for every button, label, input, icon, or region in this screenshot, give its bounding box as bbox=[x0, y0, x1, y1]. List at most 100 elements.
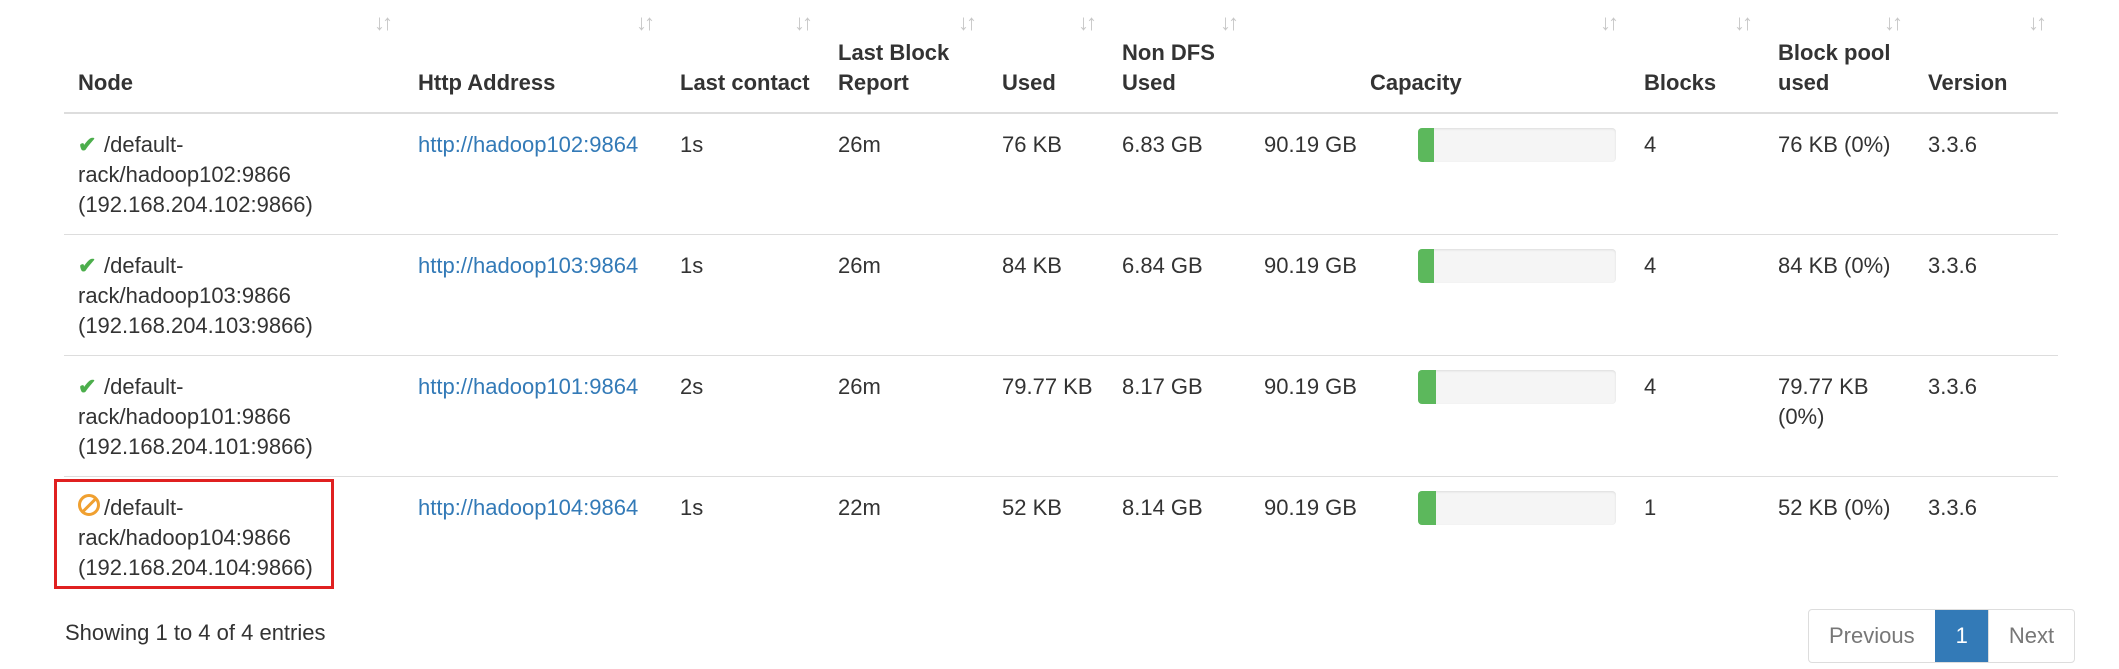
last-contact-cell: 1s bbox=[666, 113, 824, 235]
pagination: Previous 1 Next bbox=[1808, 609, 2076, 663]
http-cell: http://hadoop102:9864 bbox=[404, 113, 666, 235]
http-address-link[interactable]: http://hadoop102:9864 bbox=[418, 132, 638, 157]
table-row: ✔/default-rack/hadoop101:9866 (192.168.2… bbox=[64, 355, 2058, 477]
col-header-block-pool-used[interactable]: Block pool used ↓↑ bbox=[1764, 0, 1914, 114]
col-header-last-block-report[interactable]: Last Block Report ↓↑ bbox=[824, 0, 988, 114]
last-block-report-cell: 26m bbox=[824, 234, 988, 356]
col-header-label: Used bbox=[1002, 70, 1056, 95]
http-cell: http://hadoop103:9864 bbox=[404, 234, 666, 356]
capacity-value: 90.19 GB bbox=[1264, 253, 1357, 278]
http-cell: http://hadoop104:9864 bbox=[404, 477, 666, 598]
http-address-link[interactable]: http://hadoop101:9864 bbox=[418, 374, 638, 399]
node-name: /default-rack/hadoop102:9866 (192.168.20… bbox=[78, 132, 313, 217]
version-cell: 3.3.6 bbox=[1914, 234, 2058, 356]
col-header-label: Http Address bbox=[418, 70, 556, 95]
node-cell: ✔/default-rack/hadoop102:9866 (192.168.2… bbox=[64, 113, 404, 235]
last-contact-cell: 2s bbox=[666, 355, 824, 477]
capacity-bar bbox=[1417, 128, 1616, 162]
non-dfs-used-cell: 8.17 GB bbox=[1108, 355, 1250, 477]
sort-icon[interactable]: ↓↑ bbox=[794, 8, 813, 38]
used-cell: 84 KB bbox=[988, 234, 1108, 356]
capacity-bar-fill bbox=[1417, 491, 1436, 525]
col-header-label: Version bbox=[1928, 70, 2008, 95]
http-cell: http://hadoop101:9864 bbox=[404, 355, 666, 477]
capacity-bar-fill bbox=[1417, 249, 1434, 283]
capacity-bar bbox=[1417, 370, 1616, 404]
page-1-button[interactable]: 1 bbox=[1934, 610, 1988, 662]
node-cell: ✔/default-rack/hadoop101:9866 (192.168.2… bbox=[64, 355, 404, 477]
check-icon: ✔ bbox=[78, 374, 97, 399]
non-dfs-used-cell: 6.84 GB bbox=[1108, 234, 1250, 356]
blocks-cell: 4 bbox=[1630, 113, 1764, 235]
version-cell: 3.3.6 bbox=[1914, 113, 2058, 235]
capacity-bar-fill bbox=[1417, 370, 1436, 404]
sort-icon[interactable]: ↓↑ bbox=[2028, 8, 2047, 38]
col-header-label: Node bbox=[78, 70, 133, 95]
table-row: ✔/default-rack/hadoop103:9866 (192.168.2… bbox=[64, 234, 2058, 356]
col-header-node[interactable]: Node ↓↑ bbox=[64, 0, 404, 114]
capacity-value: 90.19 GB bbox=[1264, 495, 1357, 520]
used-cell: 76 KB bbox=[988, 113, 1108, 235]
blocks-cell: 4 bbox=[1630, 355, 1764, 477]
table-header-row: Node ↓↑ Http Address ↓↑ Last contact ↓↑ Las… bbox=[64, 0, 2058, 114]
sort-icon[interactable]: ↓↑ bbox=[374, 8, 393, 38]
col-header-label: Last Block Report bbox=[838, 40, 950, 95]
blocks-cell: 4 bbox=[1630, 234, 1764, 356]
col-header-label: Block pool used bbox=[1778, 40, 1891, 95]
col-header-http[interactable]: Http Address ↓↑ bbox=[404, 0, 666, 114]
block-pool-used-cell: 84 KB (0%) bbox=[1764, 234, 1914, 356]
sort-icon[interactable]: ↓↑ bbox=[1600, 8, 1619, 38]
capacity-value: 90.19 GB bbox=[1264, 132, 1357, 157]
node-name: /default-rack/hadoop101:9866 (192.168.20… bbox=[78, 374, 313, 459]
sort-icon[interactable]: ↓↑ bbox=[958, 8, 977, 38]
non-dfs-used-cell: 6.83 GB bbox=[1108, 113, 1250, 235]
col-header-label: Last contact bbox=[680, 70, 810, 95]
capacity-cell: 90.19 GB bbox=[1250, 477, 1630, 598]
blocks-cell: 1 bbox=[1644, 495, 1657, 520]
table-row: ✔/default-rack/hadoop102:9866 (192.168.2… bbox=[64, 113, 2058, 235]
datanode-table: Node ↓↑ Http Address ↓↑ Last contact ↓↑ Las… bbox=[64, 0, 2058, 597]
capacity-bar-fill bbox=[1417, 128, 1434, 162]
col-header-label: Non DFS Used bbox=[1122, 40, 1215, 95]
block-pool-used-cell: 52 KB (0%) bbox=[1778, 495, 1891, 520]
sort-icon[interactable]: ↓↑ bbox=[1220, 8, 1239, 38]
col-header-used[interactable]: Used ↓↑ bbox=[988, 0, 1108, 114]
col-header-version[interactable]: Version ↓↑ bbox=[1914, 0, 2058, 114]
col-header-blocks[interactable]: Blocks ↓↑ bbox=[1630, 0, 1764, 114]
used-cell: 52 KB bbox=[1002, 495, 1062, 520]
table-row: /default-rack/hadoop104:9866 (192.168.20… bbox=[64, 477, 2058, 598]
block-pool-used-cell: 76 KB (0%) bbox=[1764, 113, 1914, 235]
last-contact-cell: 1s bbox=[666, 234, 824, 356]
last-contact-cell: 1s bbox=[680, 495, 704, 520]
next-button[interactable]: Next bbox=[1987, 610, 2074, 662]
block-pool-used-cell: 79.77 KB (0%) bbox=[1764, 355, 1914, 477]
sort-icon[interactable]: ↓↑ bbox=[1884, 8, 1903, 38]
capacity-value: 90.19 GB bbox=[1264, 374, 1357, 399]
highlight-box bbox=[54, 479, 334, 589]
last-block-report-cell: 26m bbox=[824, 113, 988, 235]
capacity-cell: 90.19 GB bbox=[1250, 234, 1630, 356]
capacity-bar bbox=[1417, 249, 1616, 283]
check-icon: ✔ bbox=[78, 253, 97, 278]
http-address-link[interactable]: http://hadoop104:9864 bbox=[418, 495, 638, 520]
non-dfs-used-cell: 8.14 GB bbox=[1122, 495, 1203, 520]
version-cell: 3.3.6 bbox=[1928, 495, 1977, 520]
col-header-non-dfs-used[interactable]: Non DFS Used ↓↑ bbox=[1108, 0, 1250, 114]
previous-button[interactable]: Previous bbox=[1809, 610, 1935, 662]
col-header-capacity[interactable]: Capacity ↓↑ bbox=[1250, 0, 1630, 114]
sort-icon[interactable]: ↓↑ bbox=[1734, 8, 1753, 38]
capacity-cell: 90.19 GB bbox=[1250, 113, 1630, 235]
datanode-page: Node ↓↑ Http Address ↓↑ Last contact ↓↑ Las… bbox=[0, 0, 2119, 669]
col-header-label: Blocks bbox=[1644, 70, 1717, 95]
node-name: /default-rack/hadoop103:9866 (192.168.20… bbox=[78, 253, 313, 338]
sort-icon[interactable]: ↓↑ bbox=[636, 8, 655, 38]
col-header-label: Capacity bbox=[1370, 70, 1462, 95]
last-block-report-cell: 22m bbox=[838, 495, 881, 520]
last-block-report-cell: 26m bbox=[824, 355, 988, 477]
version-cell: 3.3.6 bbox=[1914, 355, 2058, 477]
used-cell: 79.77 KB bbox=[988, 355, 1108, 477]
col-header-last-contact[interactable]: Last contact ↓↑ bbox=[666, 0, 824, 114]
http-address-link[interactable]: http://hadoop103:9864 bbox=[418, 253, 638, 278]
node-cell: ✔/default-rack/hadoop103:9866 (192.168.2… bbox=[64, 234, 404, 356]
sort-icon[interactable]: ↓↑ bbox=[1078, 8, 1097, 38]
